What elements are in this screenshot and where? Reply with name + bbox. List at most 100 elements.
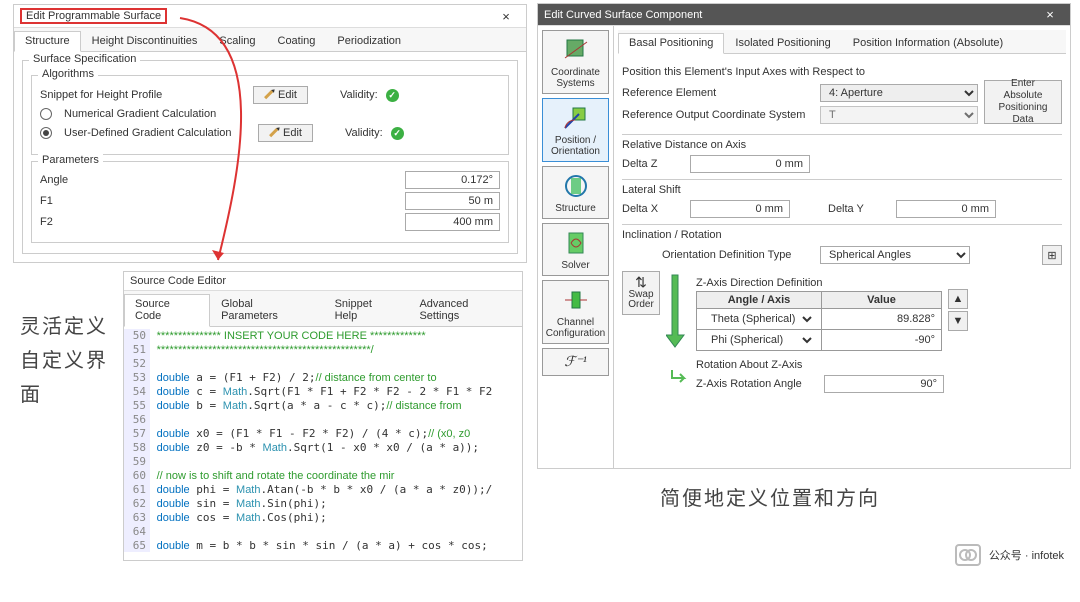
code-line[interactable]: 53 double a = (F1 + F2) / 2;// distance … (124, 371, 522, 385)
edit-snippet-button[interactable]: Edit (253, 86, 308, 104)
tab-periodization[interactable]: Periodization (326, 31, 412, 51)
watermark-text: 公众号 · infotek (989, 547, 1064, 563)
side-position-orientation[interactable]: Position / Orientation (542, 98, 609, 162)
row-up-button[interactable]: ▲ (948, 289, 968, 309)
th-angle: Angle / Axis (697, 292, 822, 309)
right-tabs: Basal Positioning Isolated Positioning P… (618, 30, 1066, 54)
code-line[interactable]: 65 double m = b * b * sin * sin / (a * a… (124, 539, 522, 552)
curved-surface-dialog: Edit Curved Surface Component × Coordina… (537, 3, 1071, 469)
param-f2-input[interactable] (405, 213, 500, 231)
wechat-icon (955, 544, 981, 566)
tab-posinfo[interactable]: Position Information (Absolute) (842, 33, 1014, 53)
theta-select[interactable]: Theta (Spherical) (703, 311, 815, 327)
delta-y-input[interactable] (896, 200, 996, 218)
right-title: Edit Curved Surface Component (544, 9, 702, 21)
side-solver[interactable]: Solver (542, 223, 609, 276)
tab-source[interactable]: Source Code (124, 294, 210, 327)
code-titlebar[interactable]: Source Code Editor (124, 272, 522, 291)
params-title: Parameters (38, 154, 103, 166)
row-down-button[interactable]: ▼ (948, 311, 968, 331)
close-icon[interactable]: × (1036, 7, 1064, 22)
delta-z-input[interactable] (690, 155, 810, 173)
side-coord-systems[interactable]: Coordinate Systems (542, 30, 609, 94)
tab-scaling[interactable]: Scaling (208, 31, 266, 51)
code-line[interactable]: 62 double sin = Math.Sin(phi); (124, 497, 522, 511)
radio-user[interactable] (40, 127, 52, 139)
tab-help[interactable]: Snippet Help (324, 294, 409, 326)
param-name: Angle (40, 174, 405, 186)
rotz-label: Z-Axis Rotation Angle (696, 378, 816, 390)
lat-shift-title: Lateral Shift (622, 179, 1062, 196)
side-structure[interactable]: Structure (542, 166, 609, 219)
code-title: Source Code Editor (130, 275, 226, 287)
code-line[interactable]: 55 double b = Math.Sqrt(a * a - c * c);/… (124, 399, 522, 413)
ref-elem-select[interactable]: 4: Aperture (820, 84, 978, 102)
window-title: Edit Programmable Surface (20, 8, 167, 24)
theta-value[interactable]: 89.828° (822, 309, 942, 330)
fourier-icon: ℱ⁻¹ (559, 353, 593, 371)
code-line[interactable]: 58 double z0 = -b * Math.Sqrt(1 - x0 * x… (124, 441, 522, 455)
flow-corner-icon (666, 368, 690, 388)
close-icon[interactable]: × (492, 9, 520, 24)
snippet-label: Snippet for Height Profile (40, 89, 245, 101)
opt-user-label: User-Defined Gradient Calculation (64, 127, 250, 139)
param-f1-input[interactable] (405, 192, 500, 210)
ref-out-label: Reference Output Coordinate System (622, 109, 812, 121)
code-line[interactable]: 50 *************** INSERT YOUR CODE HERE… (124, 329, 522, 343)
tab-advanced[interactable]: Advanced Settings (408, 294, 522, 326)
code-line[interactable]: 61 double phi = Math.Atan(-b * b * x0 / … (124, 483, 522, 497)
edit-gradient-button[interactable]: Edit (258, 124, 313, 142)
code-line[interactable]: 51 *************************************… (124, 343, 522, 357)
code-line[interactable]: 56 (124, 413, 522, 427)
zdir-table: Angle / AxisValue Theta (Spherical)89.82… (696, 291, 942, 351)
tab-globals[interactable]: Global Parameters (210, 294, 324, 326)
rel-dist-title: Relative Distance on Axis (622, 134, 1062, 151)
phi-value[interactable]: -90° (822, 330, 942, 351)
bottom-caption: 简便地定义位置和方向 (660, 482, 880, 511)
delta-z-label: Delta Z (622, 158, 682, 170)
orient-type-select[interactable]: Spherical Angles (820, 246, 970, 264)
swap-order-button[interactable]: ⇅ Swap Order (622, 271, 660, 315)
group-title: Surface Specification (29, 53, 140, 65)
tab-height[interactable]: Height Discontinuities (81, 31, 209, 51)
tab-structure[interactable]: Structure (14, 31, 81, 52)
code-area[interactable]: 50 *************** INSERT YOUR CODE HERE… (124, 327, 522, 552)
rotz-input[interactable] (824, 375, 944, 393)
structure-icon (559, 171, 593, 201)
validity-label: Validity: (345, 127, 383, 139)
left-caption: 灵活定义自定义界面 (20, 310, 120, 412)
code-tabs: Source Code Global Parameters Snippet He… (124, 291, 522, 327)
orient-extra-button[interactable]: ⊞ (1042, 245, 1062, 265)
pencil-icon (267, 126, 281, 140)
param-angle-input[interactable] (405, 171, 500, 189)
delta-x-input[interactable] (690, 200, 790, 218)
tab-coating[interactable]: Coating (267, 31, 327, 51)
tab-basal[interactable]: Basal Positioning (618, 33, 724, 54)
code-line[interactable]: 57 double x0 = (F1 * F1 - F2 * F2) / (4 … (124, 427, 522, 441)
side-channel-config[interactable]: Channel Configuration (542, 280, 609, 344)
tab-isolated[interactable]: Isolated Positioning (724, 33, 841, 53)
algorithms-group: Algorithms Snippet for Height Profile Ed… (31, 75, 509, 155)
titlebar[interactable]: Edit Programmable Surface × (14, 5, 526, 28)
surface-spec-group: Surface Specification Algorithms Snippet… (22, 60, 518, 254)
code-line[interactable]: 59 (124, 455, 522, 469)
phi-select[interactable]: Phi (Spherical) (703, 332, 815, 348)
code-line[interactable]: 54 double c = Math.Sqrt(F1 * F1 + F2 * F… (124, 385, 522, 399)
side-toolbar: Coordinate Systems Position / Orientatio… (538, 26, 614, 468)
side-fourier[interactable]: ℱ⁻¹ (542, 348, 609, 376)
code-line[interactable]: 60 // now is to shift and rotate the coo… (124, 469, 522, 483)
enter-absolute-button[interactable]: Enter Absolute Positioning Data (984, 80, 1062, 124)
coord-icon (559, 35, 593, 65)
right-main: Basal Positioning Isolated Positioning P… (614, 26, 1070, 468)
right-titlebar[interactable]: Edit Curved Surface Component × (538, 4, 1070, 26)
radio-numeric[interactable] (40, 108, 52, 120)
code-line[interactable]: 52 (124, 357, 522, 371)
code-line[interactable]: 63 double cos = Math.Cos(phi); (124, 511, 522, 525)
incl-title: Inclination / Rotation (622, 224, 1062, 241)
zdir-title: Z-Axis Direction Definition (696, 277, 942, 289)
code-line[interactable]: 64 (124, 525, 522, 539)
rotz-title: Rotation About Z-Axis (696, 359, 944, 371)
check-ok-icon: ✓ (391, 127, 404, 140)
param-name: F1 (40, 195, 405, 207)
orient-type-label: Orientation Definition Type (662, 249, 812, 261)
